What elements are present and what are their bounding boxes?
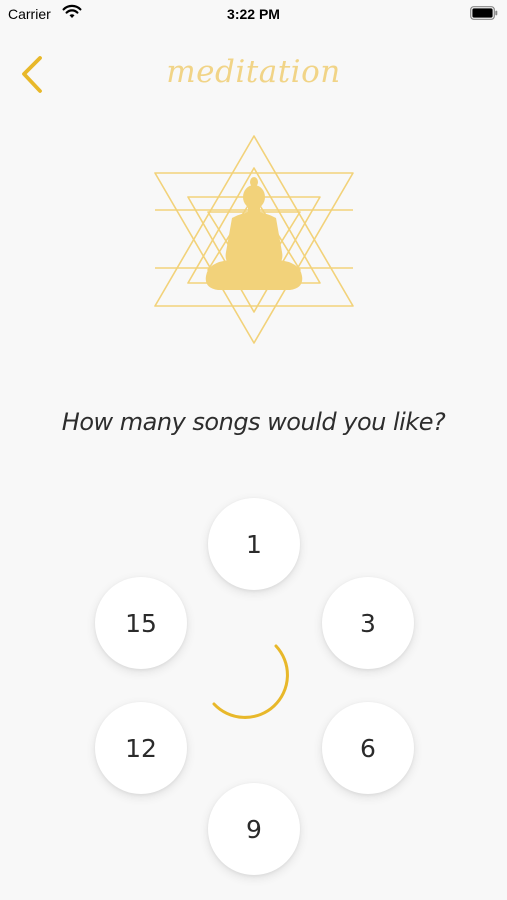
option-15-button[interactable]: 15 bbox=[95, 577, 187, 669]
battery-icon bbox=[470, 6, 498, 20]
option-label: 3 bbox=[360, 608, 376, 638]
status-time: 3:22 PM bbox=[227, 6, 280, 22]
option-label: 15 bbox=[125, 608, 157, 638]
option-label: 9 bbox=[246, 814, 262, 844]
option-1-button[interactable]: 1 bbox=[208, 498, 300, 590]
option-3-button[interactable]: 3 bbox=[322, 577, 414, 669]
crescent-moon-icon bbox=[212, 644, 289, 719]
option-label: 6 bbox=[360, 733, 376, 763]
option-12-button[interactable]: 12 bbox=[95, 702, 187, 794]
option-label: 12 bbox=[125, 733, 157, 763]
option-label: 1 bbox=[246, 529, 262, 559]
question-text: How many songs would you like? bbox=[61, 408, 446, 436]
option-9-button[interactable]: 9 bbox=[208, 783, 300, 875]
option-6-button[interactable]: 6 bbox=[322, 702, 414, 794]
status-bar: Carrier 3:22 PM bbox=[0, 0, 507, 30]
buddha-sri-yantra-icon bbox=[154, 135, 354, 344]
page-title: meditation bbox=[166, 54, 341, 90]
